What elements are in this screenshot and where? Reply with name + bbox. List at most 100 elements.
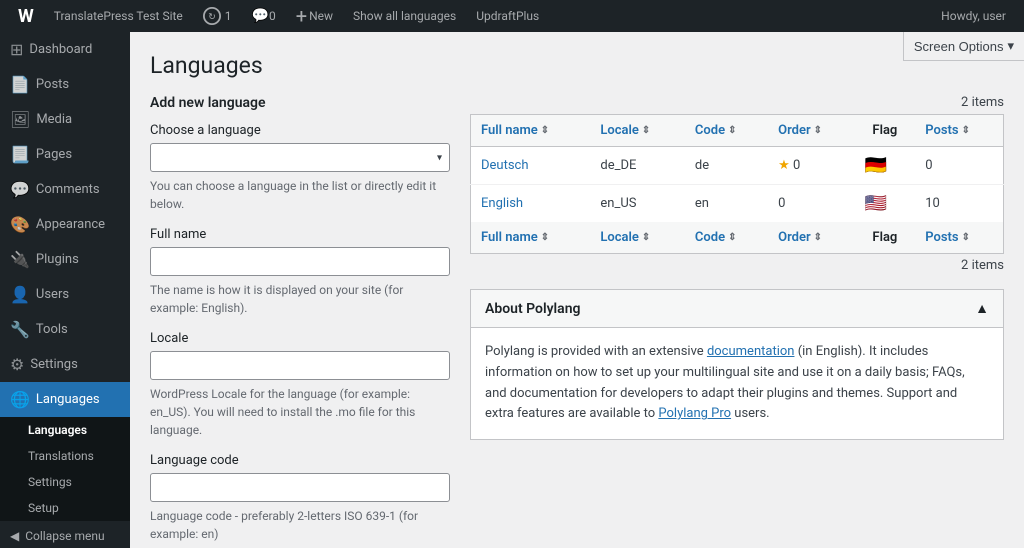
- foot-sort-icon: ⇕: [814, 232, 822, 243]
- about-box-header[interactable]: About Polylang ▲: [471, 290, 1003, 328]
- updates-count: 1: [225, 9, 232, 23]
- show-all-languages[interactable]: Show all languages: [345, 0, 464, 32]
- sidebar-item-tools[interactable]: 🔧 Tools: [0, 312, 130, 347]
- fullname-group: Full name The name is how it is displaye…: [150, 227, 450, 317]
- polylang-pro-link[interactable]: Polylang Pro: [658, 406, 731, 421]
- foot-col-fullname-link[interactable]: Full name ⇕: [481, 230, 580, 245]
- sidebar-item-label: Pages: [36, 147, 72, 162]
- col-fullname-label: Full name: [481, 123, 538, 138]
- sidebar-item-dashboard[interactable]: ⊞ Dashboard: [0, 32, 130, 67]
- english-link[interactable]: English: [481, 196, 523, 211]
- sidebar-item-comments[interactable]: 💬 Comments: [0, 172, 130, 207]
- foot-col-locale-link[interactable]: Locale ⇕: [600, 230, 675, 245]
- sort-icon: ⇕: [642, 125, 650, 136]
- appearance-icon: 🎨: [10, 215, 30, 234]
- locale-label: Locale: [150, 331, 450, 346]
- table-body: Deutsch de_DE de ★ 0 🇩🇪 0: [471, 147, 1004, 223]
- sort-icon: ⇕: [728, 125, 736, 136]
- sidebar-item-label: Users: [36, 287, 69, 302]
- submenu-item-translations[interactable]: Translations: [0, 443, 130, 469]
- updates-item[interactable]: ↻ 1: [195, 0, 240, 32]
- howdy-user[interactable]: Howdy, user: [933, 0, 1014, 32]
- col-flag-label: Flag: [872, 123, 897, 138]
- collapse-about-icon: ▲: [975, 300, 989, 317]
- sidebar-item-label: Dashboard: [29, 42, 92, 57]
- sidebar-item-posts[interactable]: 📄 Posts: [0, 67, 130, 102]
- languages-table: Full name ⇕ Locale ⇕: [470, 114, 1004, 254]
- language-select[interactable]: [150, 143, 450, 172]
- items-count-bottom: 2 items: [470, 258, 1004, 273]
- wp-logo[interactable]: W: [10, 0, 42, 32]
- table-header-row: Full name ⇕ Locale ⇕: [471, 115, 1004, 147]
- about-text-3: users.: [731, 406, 770, 421]
- foot-fullname-label: Full name: [481, 230, 538, 245]
- col-posts: Posts ⇕: [915, 115, 1003, 147]
- posts-icon: 📄: [10, 75, 30, 94]
- submenu-item-settings[interactable]: Settings: [0, 469, 130, 495]
- add-language-form: Add new language Choose a language ▾ You…: [150, 95, 450, 548]
- dashboard-icon: ⊞: [10, 40, 23, 59]
- locale-group: Locale WordPress Locale for the language…: [150, 331, 450, 439]
- sidebar-item-label: Media: [36, 112, 72, 127]
- sidebar-item-plugins[interactable]: 🔌 Plugins: [0, 242, 130, 277]
- updraftplus[interactable]: UpdraftPlus: [468, 0, 547, 32]
- comments-item[interactable]: 💬 0: [244, 0, 284, 32]
- code-input[interactable]: [150, 473, 450, 502]
- foot-col-order: Order ⇕: [768, 222, 854, 254]
- choose-language-description: You can choose a language in the list or…: [150, 177, 450, 213]
- sidebar-submenu-languages: Languages Translations Settings Setup: [0, 417, 130, 521]
- foot-sort-icon: ⇕: [728, 232, 736, 243]
- language-select-wrap: ▾: [150, 143, 450, 172]
- choose-language-label: Choose a language: [150, 123, 450, 138]
- sort-icon: ⇕: [814, 125, 822, 136]
- foot-posts-label: Posts: [925, 230, 958, 245]
- screen-options-button[interactable]: Screen Options ▾: [903, 32, 1024, 61]
- col-posts-link[interactable]: Posts ⇕: [925, 123, 993, 138]
- sidebar-item-label: Comments: [36, 182, 100, 197]
- collapse-menu[interactable]: ◀ Collapse menu: [0, 521, 130, 548]
- about-text-1: Polylang is provided with an extensive: [485, 344, 707, 359]
- chevron-down-icon: ▾: [1007, 38, 1014, 54]
- documentation-link[interactable]: documentation: [707, 344, 795, 359]
- code-group: Language code Language code - preferably…: [150, 453, 450, 543]
- sidebar-item-pages[interactable]: 📃 Pages: [0, 137, 130, 172]
- collapse-label: Collapse menu: [25, 529, 104, 543]
- new-item[interactable]: + New: [288, 0, 341, 32]
- col-code: Code ⇕: [685, 115, 768, 147]
- sidebar-item-appearance[interactable]: 🎨 Appearance: [0, 207, 130, 242]
- row-deutsch-fullname: Deutsch: [471, 147, 591, 185]
- languages-icon: 🌐: [10, 390, 30, 409]
- foot-col-flag: Flag: [855, 222, 916, 254]
- fullname-input[interactable]: [150, 247, 450, 276]
- col-locale-link[interactable]: Locale ⇕: [600, 123, 675, 138]
- code-label: Language code: [150, 453, 450, 468]
- submenu-item-setup[interactable]: Setup: [0, 495, 130, 521]
- sidebar-item-languages[interactable]: 🌐 Languages: [0, 382, 130, 417]
- col-order-link[interactable]: Order ⇕: [778, 123, 844, 138]
- foot-code-label: Code: [695, 230, 725, 245]
- row-deutsch-code: de: [685, 147, 768, 185]
- row-english-locale: en_US: [590, 185, 685, 223]
- screen-options-wrap: Screen Options ▾: [903, 32, 1024, 61]
- sidebar-item-users[interactable]: 👤 Users: [0, 277, 130, 312]
- locale-input[interactable]: [150, 351, 450, 380]
- sidebar-item-settings[interactable]: ⚙ Settings: [0, 347, 130, 382]
- site-name[interactable]: TranslatePress Test Site: [46, 0, 191, 32]
- col-fullname: Full name ⇕: [471, 115, 591, 147]
- foot-col-posts-link[interactable]: Posts ⇕: [925, 230, 993, 245]
- foot-sort-icon: ⇕: [962, 232, 970, 243]
- foot-col-order-link[interactable]: Order ⇕: [778, 230, 844, 245]
- col-locale-label: Locale: [600, 123, 639, 138]
- deutsch-link[interactable]: Deutsch: [481, 158, 529, 173]
- foot-col-posts: Posts ⇕: [915, 222, 1003, 254]
- col-posts-label: Posts: [925, 123, 958, 138]
- sort-icon: ⇕: [541, 125, 549, 136]
- col-order: Order ⇕: [768, 115, 854, 147]
- foot-locale-label: Locale: [600, 230, 639, 245]
- sidebar-item-media[interactable]: 🖼 Media: [0, 102, 130, 137]
- col-fullname-link[interactable]: Full name ⇕: [481, 123, 580, 138]
- submenu-item-languages[interactable]: Languages: [0, 417, 130, 443]
- foot-col-code-link[interactable]: Code ⇕: [695, 230, 758, 245]
- col-code-link[interactable]: Code ⇕: [695, 123, 758, 138]
- fullname-label: Full name: [150, 227, 450, 242]
